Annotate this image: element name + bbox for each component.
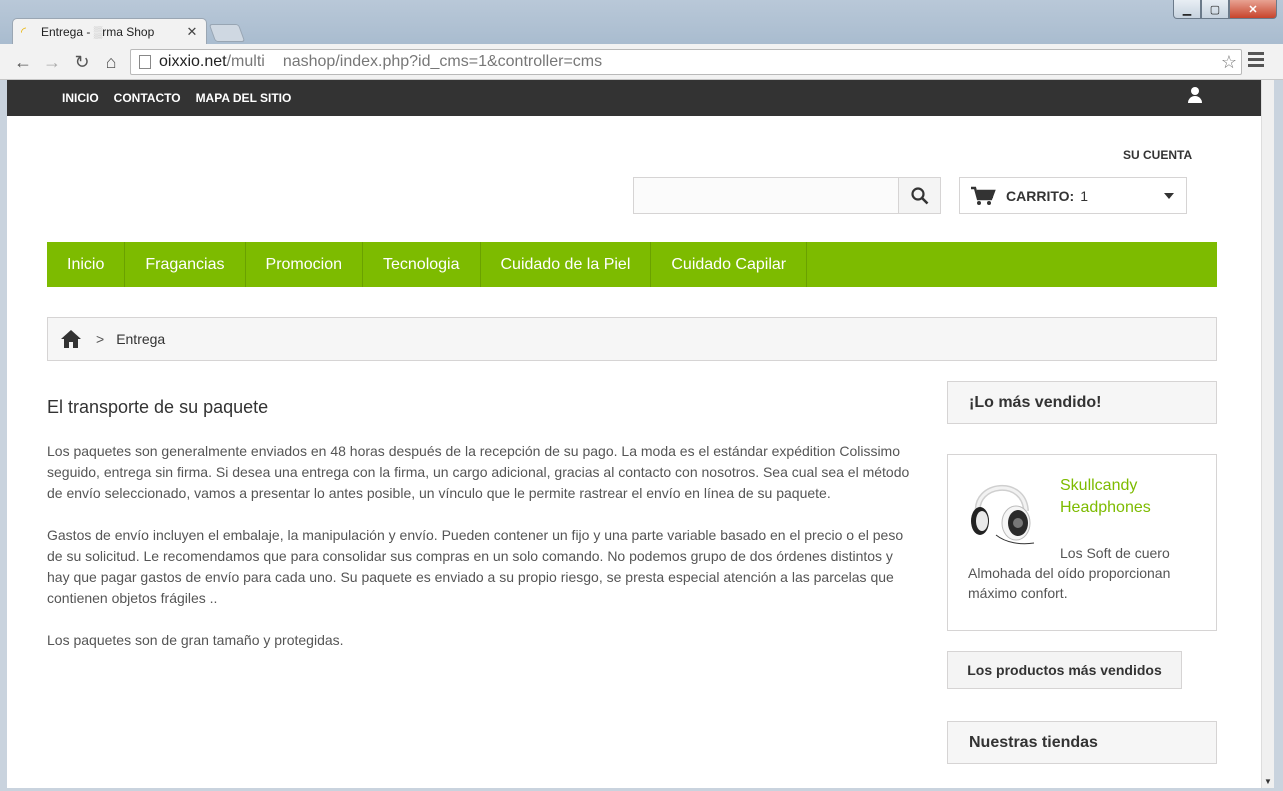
stores-title[interactable]: Nuestras tiendas: [947, 721, 1217, 764]
window-controls: ▁ ▢ ✕: [1173, 0, 1277, 19]
all-bestsellers-button[interactable]: Los productos más vendidos: [947, 651, 1182, 689]
page-viewport: INICIO CONTACTO MAPA DEL SITIO SU CUENTA…: [7, 80, 1271, 788]
cart-count: 1: [1080, 187, 1088, 204]
search-input[interactable]: [633, 177, 899, 214]
forward-icon[interactable]: →: [41, 51, 63, 73]
menu-item-cuidado-capilar[interactable]: Cuidado Capilar: [651, 242, 808, 287]
account-link[interactable]: SU CUENTA: [1123, 148, 1192, 162]
cart-icon: [971, 186, 996, 205]
content-paragraph: Los paquetes son generalmente enviados e…: [47, 443, 910, 501]
headphones-image[interactable]: [966, 473, 1036, 547]
maximize-button[interactable]: ▢: [1201, 0, 1229, 19]
page-title: El transporte de su paquete: [47, 397, 269, 417]
product-description: Los Soft de cuero Almohada del oído prop…: [968, 545, 1171, 601]
content-paragraph: Gastos de envío incluyen el embalaje, la…: [47, 527, 904, 606]
top-nav: INICIO CONTACTO MAPA DEL SITIO: [62, 80, 306, 116]
chevron-down-icon: [1164, 192, 1174, 199]
home-icon[interactable]: ⌂: [100, 51, 122, 73]
bestsellers-title[interactable]: ¡Lo más vendido!: [947, 381, 1217, 424]
menu-item-promocion[interactable]: Promocion: [246, 242, 363, 287]
cart-label: CARRITO:: [1006, 187, 1075, 204]
top-bar: INICIO CONTACTO MAPA DEL SITIO: [7, 80, 1271, 116]
breadcrumb-separator: >: [96, 331, 105, 347]
topnav-inicio[interactable]: INICIO: [62, 91, 99, 105]
browser-toolbar: ← → ↻ ⌂ oixxio.net/multi nashop/index.php…: [0, 44, 1283, 80]
browser-menu-icon[interactable]: [1248, 52, 1264, 70]
loading-icon: ◜: [21, 23, 27, 39]
search-button[interactable]: [898, 177, 941, 214]
breadcrumb-current: Entrega: [116, 331, 166, 347]
url-text: oixxio.net/multi nashop/index.php?id_cms=…: [159, 53, 603, 70]
browser-tab[interactable]: ◜ Entrega - ▒rma Shop ✕: [12, 18, 207, 44]
page-icon: [139, 55, 151, 69]
main-menu: Inicio Fragancias Promocion Tecnologia C…: [47, 242, 1217, 287]
breadcrumb: > Entrega: [47, 317, 1217, 361]
product-name-link[interactable]: Skullcandy Headphones: [1060, 475, 1200, 519]
user-icon[interactable]: [1188, 87, 1202, 105]
topnav-contacto[interactable]: CONTACTO: [114, 91, 181, 105]
reload-icon[interactable]: ↻: [71, 51, 93, 73]
menu-item-tecnologia[interactable]: Tecnologia: [363, 242, 481, 287]
close-tab-icon[interactable]: ✕: [184, 24, 200, 40]
address-bar[interactable]: oixxio.net/multi nashop/index.php?id_cms=…: [130, 49, 1242, 75]
close-window-button[interactable]: ✕: [1229, 0, 1277, 19]
scroll-down-icon[interactable]: ▼: [1264, 777, 1272, 786]
menu-item-fragancias[interactable]: Fragancias: [125, 242, 246, 287]
content-paragraph: Los paquetes son de gran tamaño y proteg…: [47, 632, 344, 648]
bookmark-star-icon[interactable]: ☆: [1217, 52, 1241, 73]
bestsellers-block: Skullcandy Headphones Los Soft de cuero …: [947, 454, 1217, 631]
minimize-button[interactable]: ▁: [1173, 0, 1201, 19]
tab-title: Entrega - ▒rma Shop: [41, 24, 155, 39]
cms-content: El transporte de su paquete Los paquetes…: [47, 396, 917, 672]
cart-button[interactable]: CARRITO: 1: [959, 177, 1187, 214]
menu-item-cuidado-piel[interactable]: Cuidado de la Piel: [481, 242, 652, 287]
topnav-mapa-del-sitio[interactable]: MAPA DEL SITIO: [196, 91, 292, 105]
menu-item-inicio[interactable]: Inicio: [47, 242, 126, 287]
home-icon[interactable]: [60, 329, 82, 349]
vertical-scrollbar[interactable]: ▼: [1261, 80, 1274, 788]
back-icon[interactable]: ←: [12, 51, 34, 73]
new-tab-button[interactable]: [208, 24, 246, 42]
search-icon: [910, 186, 928, 204]
